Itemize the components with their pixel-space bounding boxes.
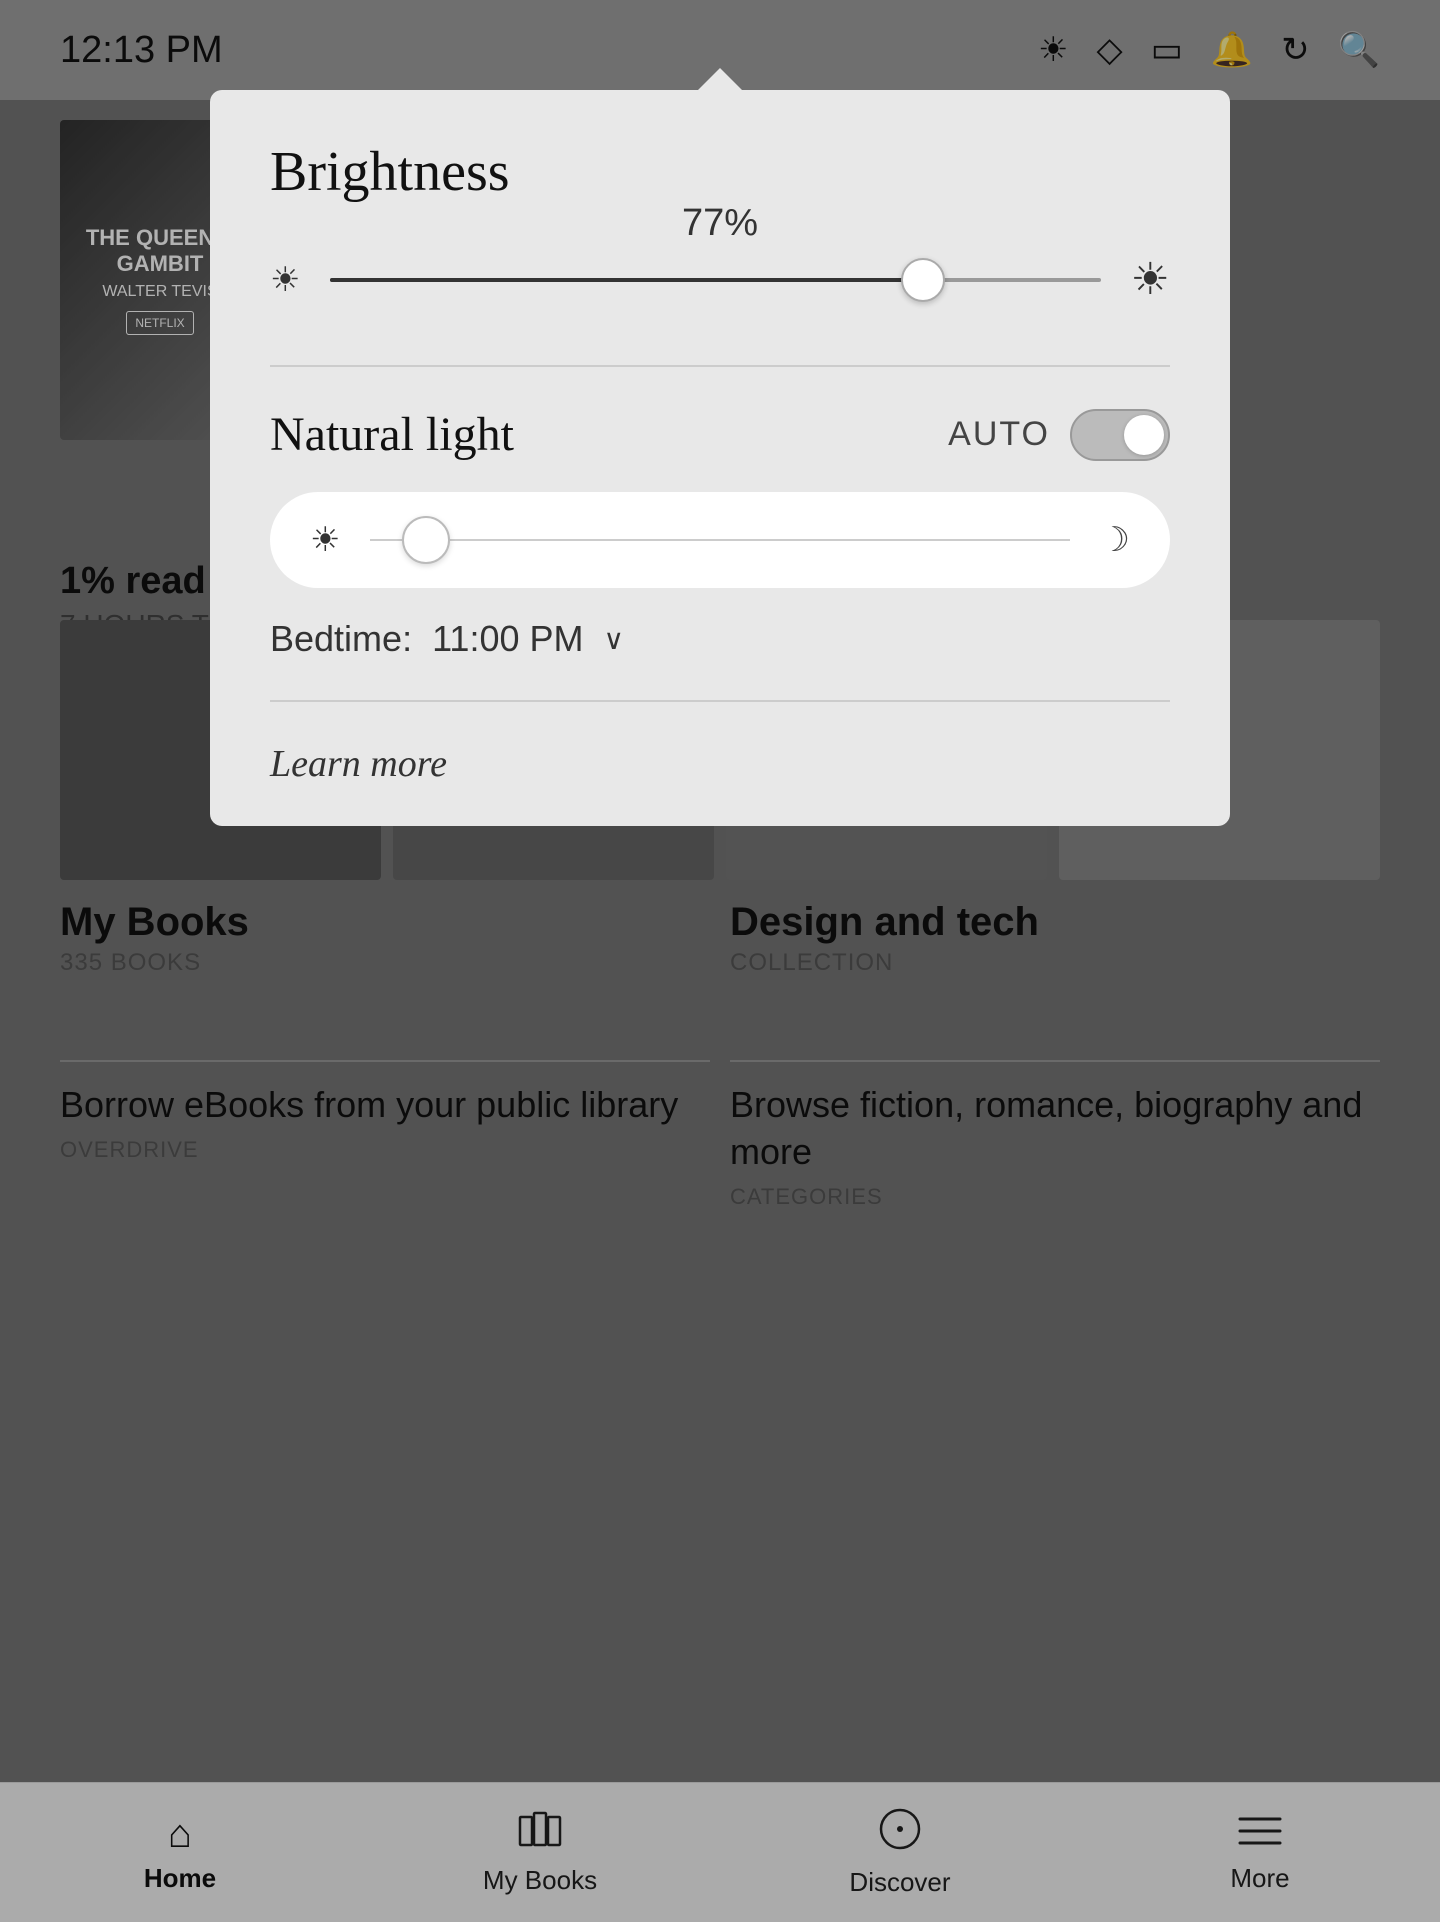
sun-large-icon: ☀ bbox=[1131, 254, 1170, 305]
learn-more-link[interactable]: Learn more bbox=[270, 742, 1170, 786]
brightness-panel: Brightness 77% ☀ ☀ Natural light AUTO ☀ … bbox=[210, 90, 1230, 826]
sun-small-icon: ☀ bbox=[270, 260, 300, 300]
sun-warm-icon: ☀ bbox=[310, 520, 340, 560]
bedtime-row: Bedtime: 11:00 PM ∨ bbox=[270, 618, 1170, 660]
brightness-slider-track[interactable] bbox=[330, 278, 1100, 282]
natural-light-label: Natural light bbox=[270, 407, 514, 462]
brightness-slider-thumb[interactable] bbox=[901, 258, 945, 302]
natural-light-slider-thumb[interactable] bbox=[402, 516, 450, 564]
natural-light-row: Natural light AUTO bbox=[270, 407, 1170, 462]
natural-light-slider-box: ☀ ☽ bbox=[270, 492, 1170, 588]
brightness-percent: 77% bbox=[682, 202, 758, 245]
natural-light-slider-track[interactable] bbox=[370, 539, 1069, 541]
brightness-slider-fill bbox=[330, 278, 923, 282]
bedtime-time: 11:00 PM bbox=[432, 618, 583, 660]
toggle-knob bbox=[1124, 415, 1164, 455]
auto-toggle-group: AUTO bbox=[948, 409, 1170, 461]
bedtime-chevron-icon[interactable]: ∨ bbox=[604, 623, 625, 656]
panel-divider-1 bbox=[270, 365, 1170, 367]
natural-light-toggle[interactable] bbox=[1070, 409, 1170, 461]
panel-divider-2 bbox=[270, 700, 1170, 702]
auto-label: AUTO bbox=[948, 415, 1050, 454]
brightness-slider-row: ☀ ☀ bbox=[270, 254, 1170, 305]
moon-icon: ☽ bbox=[1100, 520, 1130, 560]
bedtime-label: Bedtime: bbox=[270, 618, 412, 660]
panel-arrow bbox=[698, 68, 742, 90]
panel-title: Brightness bbox=[270, 140, 1170, 204]
